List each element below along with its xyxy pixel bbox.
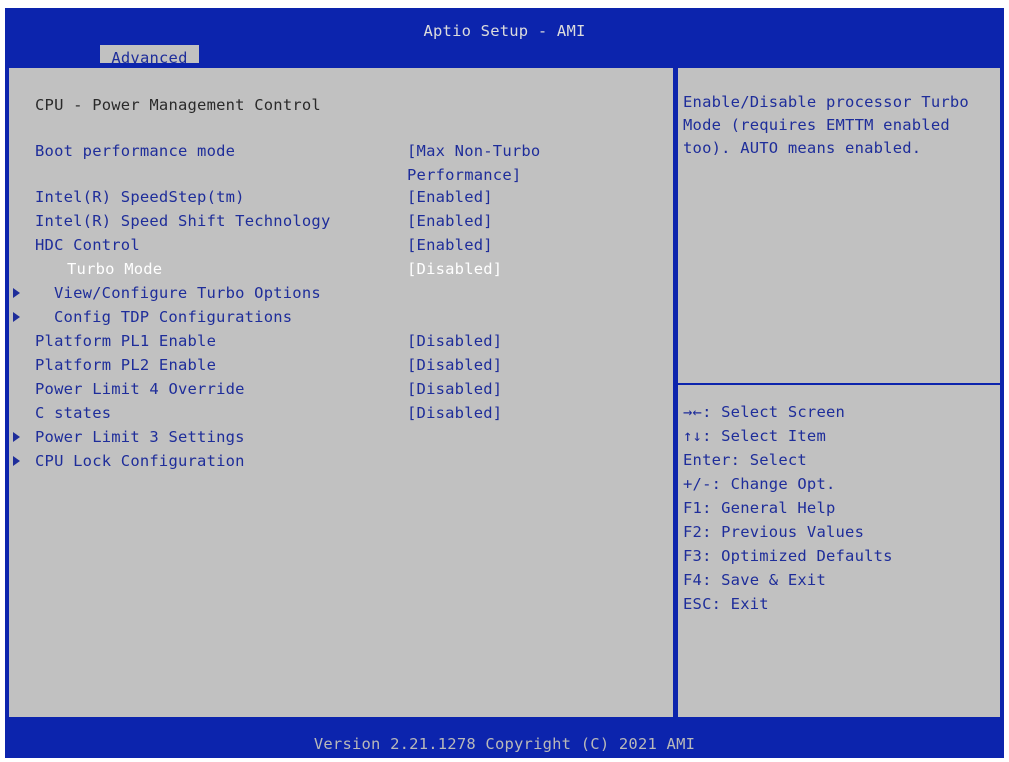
setting-speed-shift-value[interactable]: [Enabled] [407,212,493,230]
help-line: Mode (requires EMTTM enabled [683,116,950,134]
setting-platform-pl2-value[interactable]: [Disabled] [407,356,502,374]
section-title: CPU - Power Management Control [35,96,321,114]
key-change-opt: +/-: Change Opt. [683,475,836,493]
key-previous-values: F2: Previous Values [683,523,865,541]
settings-panel: CPU - Power Management Control Boot perf… [9,68,673,717]
submenu-arrow-icon [13,432,20,442]
submenu-cpu-lock-configuration[interactable]: CPU Lock Configuration [35,452,245,470]
setting-hdc-control-value[interactable]: [Enabled] [407,236,493,254]
setting-turbo-mode-label[interactable]: Turbo Mode [67,260,162,278]
key-optimized-defaults: F3: Optimized Defaults [683,547,893,565]
help-line: Enable/Disable processor Turbo [683,93,969,111]
key-select-screen: →←: Select Screen [683,403,846,421]
setting-c-states-label[interactable]: C states [35,404,111,422]
key-legend: →←: Select Screen ↑↓: Select Item Enter:… [683,400,893,616]
setting-c-states-value[interactable]: [Disabled] [407,404,502,422]
help-line: too). AUTO means enabled. [683,139,922,157]
setting-boot-performance-mode-label[interactable]: Boot performance mode [35,142,235,160]
title-bar: Aptio Setup - AMI Advanced [5,8,1004,71]
main-frame: CPU - Power Management Control Boot perf… [5,63,1004,731]
setting-power-limit-4-override-label[interactable]: Power Limit 4 Override [35,380,245,398]
key-exit: ESC: Exit [683,595,769,613]
key-enter-select: Enter: Select [683,451,807,469]
setting-boot-performance-mode-value[interactable]: [Max Non-Turbo [407,142,540,160]
app-title: Aptio Setup - AMI [423,22,586,40]
setting-speedstep-label[interactable]: Intel(R) SpeedStep(tm) [35,188,245,206]
setting-boot-performance-mode-value-cont: Performance] [407,166,522,184]
help-description: Enable/Disable processor Turbo Mode (req… [683,91,969,160]
submenu-arrow-icon [13,288,20,298]
setting-hdc-control-label[interactable]: HDC Control [35,236,140,254]
setting-speed-shift-label[interactable]: Intel(R) Speed Shift Technology [35,212,331,230]
submenu-arrow-icon [13,456,20,466]
key-save-exit: F4: Save & Exit [683,571,826,589]
setting-platform-pl2-label[interactable]: Platform PL2 Enable [35,356,216,374]
setting-platform-pl1-value[interactable]: [Disabled] [407,332,502,350]
key-general-help: F1: General Help [683,499,836,517]
setting-power-limit-4-override-value[interactable]: [Disabled] [407,380,502,398]
submenu-view-configure-turbo-options[interactable]: View/Configure Turbo Options [54,284,321,302]
help-panel: Enable/Disable processor Turbo Mode (req… [678,68,1000,717]
submenu-power-limit-3-settings[interactable]: Power Limit 3 Settings [35,428,245,446]
submenu-arrow-icon [13,312,20,322]
setting-turbo-mode-value[interactable]: [Disabled] [407,260,502,278]
setting-speedstep-value[interactable]: [Enabled] [407,188,493,206]
setting-platform-pl1-label[interactable]: Platform PL1 Enable [35,332,216,350]
submenu-config-tdp-configurations[interactable]: Config TDP Configurations [54,308,292,326]
help-divider [678,383,1000,385]
version-footer: Version 2.21.1278 Copyright (C) 2021 AMI [5,731,1004,758]
key-select-item: ↑↓: Select Item [683,427,826,445]
